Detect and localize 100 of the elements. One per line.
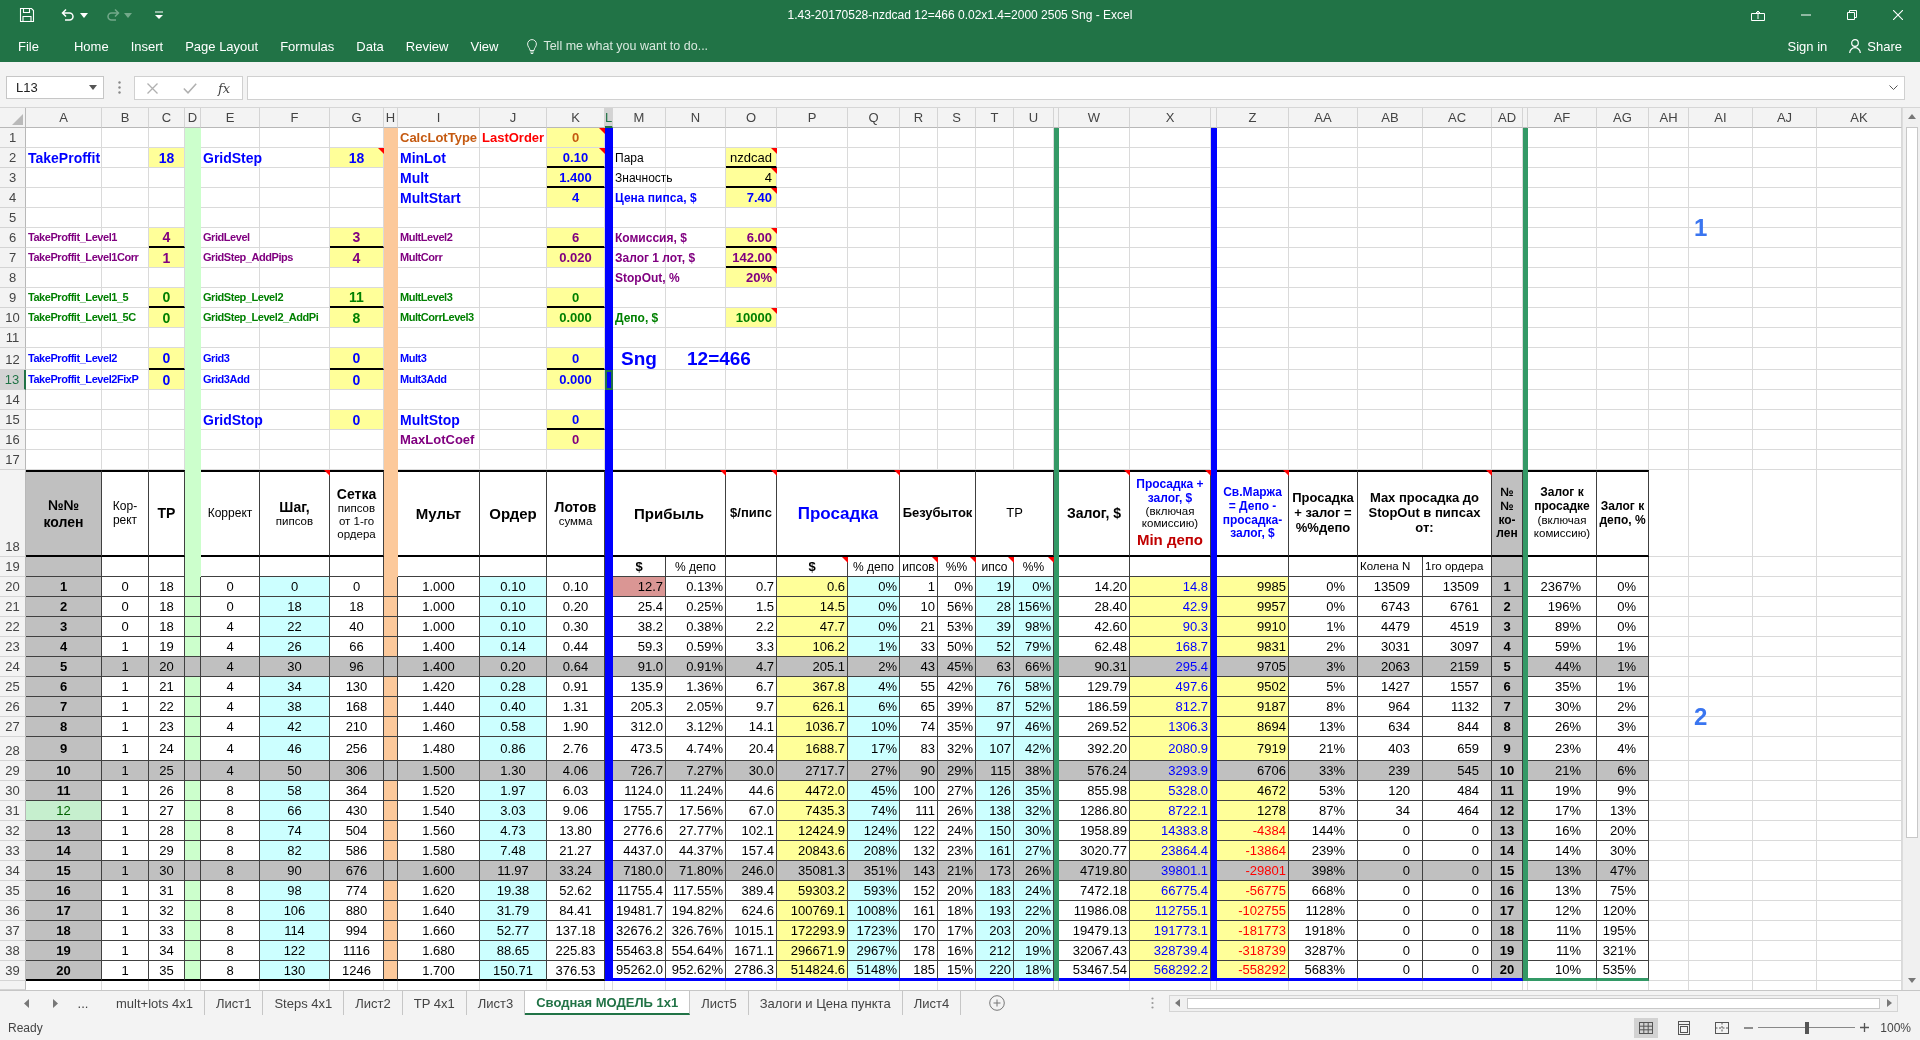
column-header[interactable]: AD: [1492, 108, 1523, 128]
column-header[interactable]: J: [480, 108, 547, 128]
row-header[interactable]: 35: [0, 881, 26, 901]
row-header[interactable]: 3: [0, 168, 26, 188]
column-header[interactable]: D: [185, 108, 201, 128]
row-header[interactable]: 11: [0, 328, 26, 348]
row-header[interactable]: 31: [0, 801, 26, 821]
search-field[interactable]: Tell me what you want to do...: [543, 39, 744, 53]
more-sheets-button[interactable]: ...: [73, 995, 93, 1011]
ribbon-tab[interactable]: Home: [62, 33, 120, 59]
down-triangle-icon[interactable]: [1907, 978, 1916, 983]
column-header[interactable]: AI: [1689, 108, 1753, 128]
ribbon-tab[interactable]: File: [7, 33, 50, 59]
sign-in-link[interactable]: Sign in: [1787, 38, 1828, 54]
restore-icon[interactable]: [1847, 10, 1857, 20]
row-header[interactable]: 21: [0, 597, 26, 617]
right-triangle-icon[interactable]: [53, 998, 58, 1008]
customize-icon[interactable]: [154, 11, 164, 19]
row-header[interactable]: 32: [0, 821, 26, 841]
row-header[interactable]: 14: [0, 390, 26, 410]
column-header[interactable]: A: [26, 108, 102, 128]
horizontal-scrollbar[interactable]: [1169, 994, 1898, 1012]
undo-icon[interactable]: [59, 7, 75, 23]
minus-icon[interactable]: [1744, 1026, 1754, 1029]
row-header[interactable]: 28: [0, 737, 26, 761]
row-header[interactable]: 7: [0, 248, 26, 268]
column-header[interactable]: AH: [1649, 108, 1689, 128]
row-header[interactable]: 22: [0, 617, 26, 637]
row-header[interactable]: 8: [0, 268, 26, 288]
row-header[interactable]: 4: [0, 188, 26, 208]
caret-icon[interactable]: [89, 85, 97, 90]
column-header[interactable]: Q: [848, 108, 900, 128]
column-header[interactable]: E: [201, 108, 260, 128]
row-header[interactable]: 23: [0, 637, 26, 657]
row-header[interactable]: 13: [0, 370, 26, 390]
ribbon-tab[interactable]: View: [459, 33, 510, 59]
row-header[interactable]: 24: [0, 657, 26, 677]
row-header[interactable]: 6: [0, 228, 26, 248]
row-header[interactable]: 1: [0, 128, 26, 148]
row-header[interactable]: 33: [0, 841, 26, 861]
column-header[interactable]: AB: [1358, 108, 1423, 128]
sheet-tab[interactable]: Сводная МОДЕЛЬ 1x1: [525, 991, 691, 1015]
column-header[interactable]: AF: [1528, 108, 1597, 128]
insert-function-button[interactable]: fx: [218, 80, 231, 96]
column-header[interactable]: Z: [1217, 108, 1289, 128]
plus-icon[interactable]: [1860, 1023, 1870, 1032]
save-icon[interactable]: [19, 7, 35, 23]
row-header[interactable]: 12: [0, 348, 26, 370]
column-header[interactable]: P: [777, 108, 848, 128]
column-header[interactable]: T: [976, 108, 1014, 128]
column-header[interactable]: F: [260, 108, 330, 128]
column-header[interactable]: H: [384, 108, 398, 128]
column-header[interactable]: M: [613, 108, 666, 128]
row-header[interactable]: 30: [0, 781, 26, 801]
row-header[interactable]: 34: [0, 861, 26, 881]
row-header[interactable]: 9: [0, 288, 26, 308]
row-header[interactable]: 10: [0, 308, 26, 328]
column-header[interactable]: B: [102, 108, 149, 128]
slider-thumb[interactable]: [1804, 1021, 1809, 1034]
column-header[interactable]: AK: [1817, 108, 1902, 128]
column-header[interactable]: U: [1014, 108, 1054, 128]
caret-icon[interactable]: [1889, 85, 1898, 90]
ribbon-tab[interactable]: Review: [394, 33, 460, 59]
row-header[interactable]: 36: [0, 901, 26, 921]
column-header[interactable]: S: [938, 108, 976, 128]
left-triangle-icon[interactable]: [1175, 999, 1180, 1007]
row-header[interactable]: 39: [0, 961, 26, 981]
column-header[interactable]: I: [398, 108, 480, 128]
row-header[interactable]: 38: [0, 941, 26, 961]
ribbon-tab[interactable]: Data: [345, 33, 395, 59]
zoom-percent[interactable]: 100%: [1880, 1020, 1911, 1035]
name-box[interactable]: L13: [6, 76, 104, 99]
row-header[interactable]: 19: [0, 557, 26, 577]
column-header[interactable]: R: [900, 108, 938, 128]
share-button[interactable]: Share: [1849, 38, 1902, 54]
column-header[interactable]: W: [1059, 108, 1130, 128]
left-triangle-icon[interactable]: [24, 998, 29, 1008]
row-header[interactable]: 20: [0, 577, 26, 597]
column-header[interactable]: AA: [1289, 108, 1358, 128]
column-header[interactable]: AC: [1423, 108, 1492, 128]
grid-icon[interactable]: [1634, 1017, 1659, 1038]
ribbon-tab[interactable]: Page Layout: [174, 33, 270, 59]
scrollbar-thumb[interactable]: [1905, 127, 1918, 838]
grip-icon[interactable]: [1151, 997, 1154, 1009]
close-icon[interactable]: [1893, 10, 1903, 20]
column-header[interactable]: N: [666, 108, 726, 128]
up-triangle-icon[interactable]: [1907, 114, 1916, 119]
row-header[interactable]: 15: [0, 410, 26, 430]
scrollbar-thumb[interactable]: [1187, 997, 1880, 1009]
column-header[interactable]: K: [547, 108, 605, 128]
plus-circle-icon[interactable]: [989, 995, 1006, 1011]
formula-input[interactable]: [247, 76, 1905, 100]
vertical-scrollbar[interactable]: [1902, 108, 1920, 990]
row-header[interactable]: 17: [0, 450, 26, 470]
row-header[interactable]: 27: [0, 717, 26, 737]
row-header[interactable]: 18: [0, 470, 26, 557]
ribbon-tab[interactable]: Formulas: [269, 33, 346, 59]
column-header[interactable]: AG: [1597, 108, 1649, 128]
caret-icon[interactable]: [80, 12, 88, 18]
column-header[interactable]: C: [149, 108, 185, 128]
